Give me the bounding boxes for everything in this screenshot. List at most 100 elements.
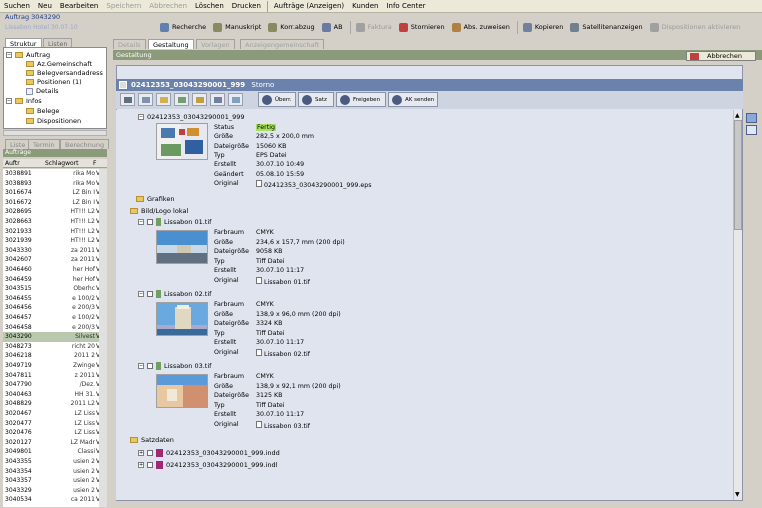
tree-item-infos[interactable]: − Infos	[6, 97, 42, 105]
table-row[interactable]: 3040534ca 2011V	[3, 495, 103, 505]
scroll-up-icon[interactable]: ▲	[735, 112, 740, 119]
tab-vorlagen[interactable]: Vorlagen	[196, 39, 235, 49]
menu-item[interactable]: Bearbeiten	[56, 2, 102, 10]
collapse-icon[interactable]: −	[138, 114, 144, 120]
collapse-icon[interactable]: −	[138, 219, 144, 225]
table-row[interactable]: 3043357usien 2V	[3, 476, 103, 486]
tree-node-image[interactable]: − Lissabon 03.tif	[138, 362, 211, 370]
table-row[interactable]: 3046459her HofV	[3, 275, 103, 285]
tree-item-belegversand[interactable]: Belegversandadress	[26, 69, 103, 77]
menu-item[interactable]: Speichern	[102, 2, 145, 10]
tree-node-image[interactable]: − Lissabon 02.tif	[138, 290, 211, 298]
image-checkbox[interactable]	[147, 219, 153, 225]
info-icon[interactable]	[228, 93, 243, 106]
tree-item-details[interactable]: Details	[26, 87, 59, 95]
print-icon[interactable]	[120, 93, 135, 106]
table-row[interactable]: 3046455e 100/2V	[3, 294, 103, 304]
folder-icon[interactable]	[156, 93, 171, 106]
tab-berechnung[interactable]: Berechnung	[60, 139, 110, 149]
original-file[interactable]: Lissabon 02.tif	[256, 348, 310, 358]
table-row[interactable]: 3047811z 2011V	[3, 371, 103, 381]
toolbar-button[interactable]: Recherche	[160, 22, 206, 32]
tree-item-belege[interactable]: Belege	[26, 107, 59, 115]
tab-anzeigengemeinschaft[interactable]: Anzeigengemeinschaft	[240, 39, 325, 49]
table-row[interactable]: 30462182011 2V	[3, 351, 103, 361]
table-row[interactable]: 3048273richt 20V	[3, 342, 103, 352]
list-view-icon[interactable]	[746, 125, 757, 135]
table-row[interactable]: 3016672LZ Bin IV	[3, 198, 103, 208]
table-row[interactable]: 3021939HT!!! L2V	[3, 236, 103, 246]
column-header-auftr[interactable]: Auftr	[5, 160, 20, 167]
tree-item-dispositionen[interactable]: Dispositionen	[26, 117, 81, 125]
abbrechen-button[interactable]: Abbrechen	[686, 51, 756, 61]
collapse-icon[interactable]: −	[138, 291, 144, 297]
original-file[interactable]: Lissabon 01.tif	[256, 276, 310, 286]
tree-node-satzfile[interactable]: +02412353_03043290001_999.indl	[138, 461, 277, 469]
toolbar-button[interactable]: Stornieren	[398, 22, 445, 32]
table-row[interactable]: 3020467LZ LissV	[3, 409, 103, 419]
menu-item[interactable]: Neu	[34, 2, 56, 10]
table-row[interactable]: 30488292011 L2V	[3, 399, 103, 409]
import-icon[interactable]	[192, 93, 207, 106]
tree-folder-bild-logo[interactable]: Bild/Logo lokal	[130, 207, 188, 215]
tree-node-document[interactable]: −02412353_03043290001_999	[138, 113, 244, 121]
toolbar-button[interactable]: AB	[321, 22, 343, 32]
tree-node-satzfile[interactable]: +02412353_03043290001_999.indd	[138, 449, 280, 457]
original-file[interactable]: 02412353_03043290001_999.eps	[256, 179, 372, 189]
toolbar-button[interactable]: Manuskript	[213, 22, 261, 32]
tab-termin[interactable]: Termin	[28, 139, 60, 149]
tree-folder-grafiken[interactable]: Grafiken	[136, 195, 174, 203]
file-checkbox[interactable]	[147, 450, 153, 456]
table-row[interactable]: 3046460her HofV	[3, 265, 103, 275]
tab-gestaltung[interactable]: Gestaltung	[148, 39, 194, 49]
original-file[interactable]: Lissabon 03.tif	[256, 420, 310, 430]
menu-item[interactable]: Aufträge (Anzeigen)	[270, 2, 348, 10]
table-row[interactable]: 3047790/Dez.V	[3, 380, 103, 390]
tree-node-image[interactable]: − Lissabon 01.tif	[138, 218, 211, 226]
table-row[interactable]: 3042607za 2011V	[3, 255, 103, 265]
menu-item[interactable]: Löschen	[191, 2, 228, 10]
edit-icon[interactable]	[210, 93, 225, 106]
menu-item[interactable]: Info Center	[382, 2, 429, 10]
main-action-button[interactable]: Überr.	[258, 92, 296, 107]
menu-item[interactable]: Suchen	[0, 2, 34, 10]
table-row[interactable]: 3043354usien 2V	[3, 467, 103, 477]
tab-liste[interactable]: Liste	[5, 139, 31, 149]
layout-icon[interactable]	[138, 93, 153, 106]
column-header-f[interactable]: F	[93, 160, 96, 167]
expand-icon[interactable]: +	[138, 462, 144, 468]
table-row[interactable]: 3028663HT!!! L2V	[3, 217, 103, 227]
table-row[interactable]: 3043355usien 2V	[3, 457, 103, 467]
menu-item[interactable]: Abbrechen	[145, 2, 191, 10]
panel-toggle-icon[interactable]	[746, 113, 757, 123]
tree-item-az-gemeinschaft[interactable]: Az.Gemeinschaft	[26, 60, 92, 68]
vertical-scrollbar[interactable]: ▲ ▼	[733, 110, 742, 500]
toolbar-button[interactable]: Dispositionen aktivieren	[649, 22, 740, 32]
table-row[interactable]: 3046457e 100/2V	[3, 313, 103, 323]
main-action-button[interactable]: Satz	[298, 92, 334, 107]
table-row[interactable]: 3046458e 200/3V	[3, 323, 103, 333]
toolbar-button[interactable]: Kopieren	[522, 22, 563, 32]
table-row[interactable]: 3020477LZ LissV	[3, 419, 103, 429]
export-icon[interactable]	[174, 93, 189, 106]
menu-item[interactable]: Kunden	[348, 2, 382, 10]
table-row[interactable]: 3043515OberhcV	[3, 284, 103, 294]
scroll-down-icon[interactable]: ▼	[735, 491, 740, 498]
image-checkbox[interactable]	[147, 291, 153, 297]
tree-item-auftrag[interactable]: − Auftrag	[6, 51, 50, 59]
table-row[interactable]: 3028695HT!!! L2V	[3, 207, 103, 217]
list-scrollbar[interactable]	[99, 169, 107, 507]
tree-item-positionen[interactable]: Positionen (1)	[26, 78, 82, 86]
table-row[interactable]: 3043329usien 2V	[3, 486, 103, 496]
table-row[interactable]: 3038891rika MoV	[3, 169, 103, 179]
collapse-icon[interactable]: −	[138, 363, 144, 369]
toolbar-button[interactable]: Korr.abzug	[268, 22, 315, 32]
table-row[interactable]: 3021933HT!!! L2V	[3, 227, 103, 237]
main-action-button[interactable]: AK senden	[388, 92, 438, 107]
table-row[interactable]: 3020476LZ LissV	[3, 428, 103, 438]
table-row[interactable]: 3020127LZ MadrV	[3, 438, 103, 448]
expand-icon[interactable]: +	[138, 450, 144, 456]
menu-item[interactable]: Drucken	[228, 2, 265, 10]
table-row[interactable]: 3038893rika MoV	[3, 179, 103, 189]
table-row[interactable]: 3043330za 2011V	[3, 246, 103, 256]
